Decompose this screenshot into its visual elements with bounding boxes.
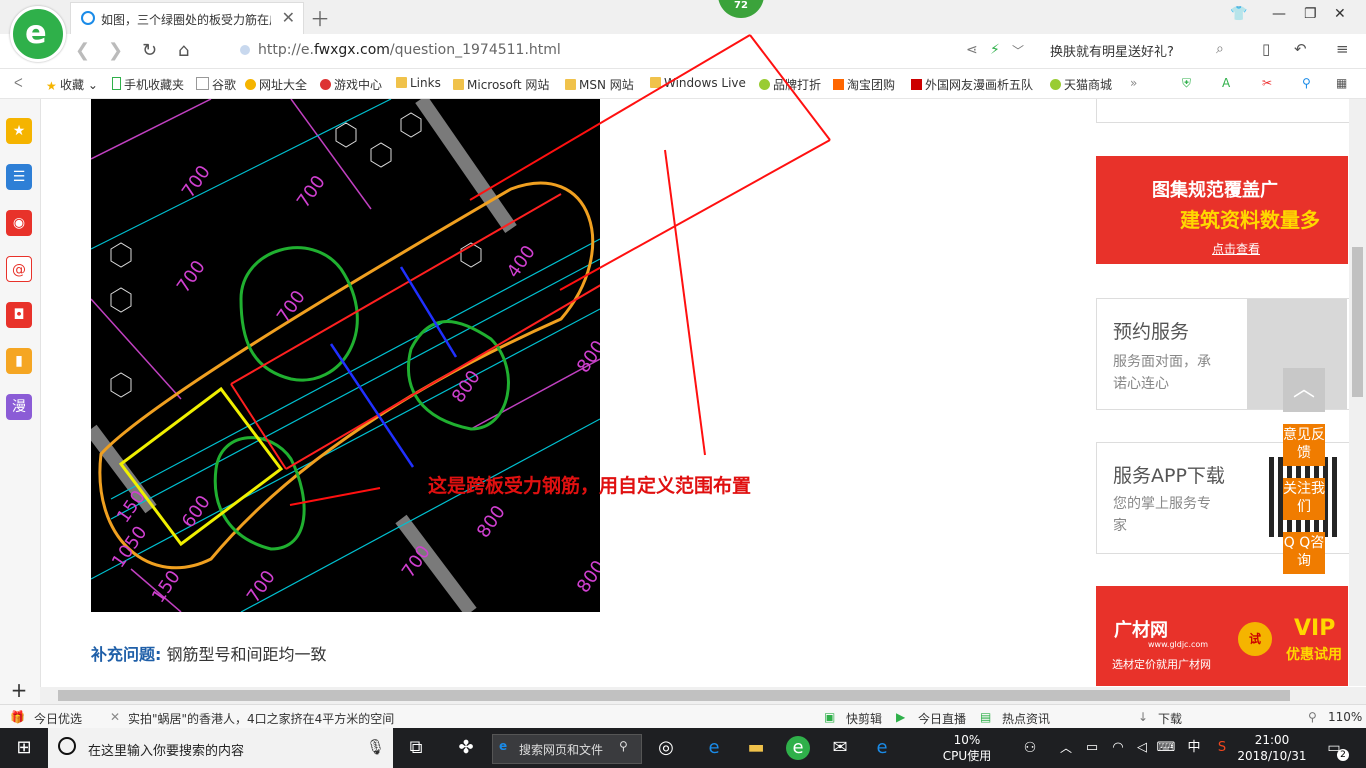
annotation-text: 这是跨板受力钢筋，用自定义范围布置 [428, 475, 752, 497]
cpu-meter[interactable]: 10% CPU使用 [932, 732, 1002, 764]
banner-line1: 图集规范覆盖广 [1152, 180, 1278, 201]
service-sub1: 服务面对面，承 [1113, 354, 1211, 370]
clock-date: 2018/10/31 [1237, 749, 1307, 763]
horizontal-scrollbar[interactable] [40, 687, 1366, 704]
clip-icon[interactable]: ▣ [824, 710, 835, 724]
edge-small-icon: e [499, 739, 508, 753]
annotation-arrow [559, 139, 831, 291]
news-ticker[interactable]: 实拍"蜗居"的香港人，4口之家挤在4平方米的空间 [128, 710, 394, 727]
back-to-top-button[interactable]: ︿ [1283, 368, 1325, 412]
volume-icon[interactable]: ◁ [1130, 736, 1154, 760]
zoom-icon[interactable]: ⚲ [1308, 710, 1317, 724]
app-pinwheel-icon[interactable]: ✤ [454, 736, 478, 760]
vip-sub: 优惠试用 [1286, 647, 1342, 663]
web-search-box[interactable]: e 搜索网页和文件 ⚲ [492, 734, 642, 764]
banner-cta[interactable]: 点击查看 [1212, 240, 1260, 257]
web-search-label: 搜索网页和文件 [519, 743, 604, 757]
service-title: 预约服务 [1113, 321, 1190, 343]
keyboard-icon[interactable]: ⌨ [1154, 736, 1178, 760]
follow-button[interactable]: 关注我们 [1283, 478, 1325, 520]
taskbar-search[interactable]: 在这里输入你要搜索的内容 🎙 [48, 728, 393, 768]
supplement-text: 钢筋型号和间距均一致 [166, 645, 327, 664]
edge-taskbar-icon[interactable]: e [870, 736, 894, 760]
file-explorer-icon[interactable]: ▬ [744, 736, 768, 760]
qq-button[interactable]: Q Q咨询 [1283, 532, 1325, 574]
try-badge: 试 [1238, 622, 1272, 656]
windows-start-icon[interactable]: ⊞ [12, 736, 36, 760]
hot-label[interactable]: 热点资讯 [1002, 710, 1050, 727]
hot-icon[interactable]: ▤ [980, 710, 991, 724]
ie-taskbar-icon[interactable]: e [702, 736, 726, 760]
top-card-fragment [1096, 99, 1350, 123]
chrome-like-icon[interactable]: ◎ [654, 736, 678, 760]
banner2-slogan: 选材定价就用广材网 [1112, 658, 1211, 671]
cpu-label: CPU使用 [942, 749, 992, 763]
scroll-thumb[interactable] [1352, 247, 1363, 397]
banner2-brand: 广材网 [1114, 620, 1168, 641]
vertical-scrollbar[interactable] [1349, 99, 1366, 686]
banner-line2: 建筑资料数量多 [1180, 208, 1320, 232]
ime-indicator[interactable]: 中 [1182, 736, 1206, 760]
live-label[interactable]: 今日直播 [918, 710, 966, 727]
annotation-arrow [469, 34, 751, 201]
supplement-question: 补充问题: 钢筋型号和间距均一致 [91, 641, 327, 665]
clock-time: 21:00 [1254, 733, 1290, 747]
tray-chevron-icon[interactable]: ︿ [1054, 736, 1078, 760]
feedback-button[interactable]: 意见反馈 [1283, 424, 1325, 466]
task-view-icon[interactable]: ⧉ [404, 736, 428, 760]
hscroll-thumb[interactable] [58, 690, 1290, 701]
zoom-level[interactable]: 110% [1328, 710, 1362, 724]
notification-count: 2 [1337, 749, 1349, 761]
download-label[interactable]: 下载 [1158, 710, 1182, 727]
app-sub2: 家 [1113, 518, 1127, 534]
wifi-icon[interactable]: ◠ [1106, 736, 1130, 760]
live-icon[interactable]: ▶ [896, 710, 905, 724]
gift-icon[interactable]: 🎁 [10, 710, 25, 724]
browser-taskbar-icon[interactable]: e [786, 736, 810, 760]
sogou-icon[interactable]: S [1210, 736, 1234, 760]
mail-taskbar-icon[interactable]: ✉ [828, 736, 852, 760]
status-bar: 🎁 今日优选 ✕ 实拍"蜗居"的香港人，4口之家挤在4平方米的空间 ▣ 快剪辑 … [0, 704, 1366, 729]
clip-label[interactable]: 快剪辑 [846, 710, 882, 727]
cpu-percent: 10% [953, 733, 981, 747]
vip-label: VIP [1294, 616, 1336, 641]
banner-atlas[interactable]: 图集规范覆盖广 建筑资料数量多 点击查看 [1096, 156, 1348, 264]
app-sub1: 您的掌上服务专 [1113, 496, 1211, 512]
supplement-label: 补充问题: [91, 645, 162, 664]
browser-logo[interactable]: e [10, 6, 66, 62]
cortana-icon [58, 737, 76, 755]
service-sub2: 诺心连心 [1113, 376, 1169, 392]
mic-icon[interactable]: 🎙 [366, 738, 385, 756]
annotation-arrow [664, 149, 706, 456]
taskbar-search-placeholder: 在这里输入你要搜索的内容 [88, 744, 245, 759]
today-pick[interactable]: 今日优选 [34, 710, 82, 727]
clock[interactable]: 21:00 2018/10/31 [1232, 732, 1312, 764]
battery-icon[interactable]: ▭ [1080, 736, 1104, 760]
download-icon[interactable]: ↓ [1138, 710, 1148, 724]
banner2-domain: www.gldjc.com [1148, 640, 1209, 649]
close-news-icon[interactable]: ✕ [110, 710, 120, 724]
annotation-arrow [749, 34, 831, 141]
taskbar: ⊞ 在这里输入你要搜索的内容 🎙 ⧉ ✤ e 搜索网页和文件 ⚲ ◎ e ▬ e… [0, 728, 1366, 768]
web-search-icon: ⚲ [619, 739, 628, 753]
people-icon[interactable]: ⚇ [1018, 736, 1042, 760]
app-title: 服务APP下载 [1113, 465, 1225, 487]
annotation-arrow [289, 487, 381, 506]
banner-gldjc[interactable]: 广材网 www.gldjc.com 选材定价就用广材网 试 VIP 优惠试用 [1096, 586, 1348, 686]
